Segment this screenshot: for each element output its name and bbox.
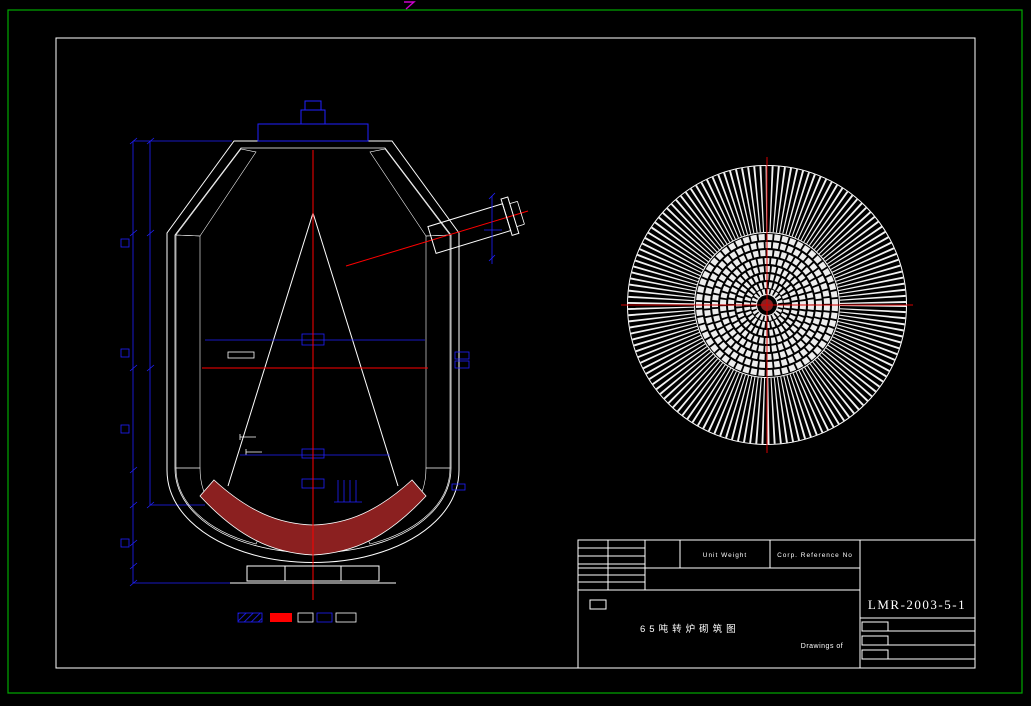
legend-swatch-red <box>270 613 292 622</box>
cad-canvas: Unit Weight Corp. Reference No LMR-2003-… <box>0 0 1031 706</box>
drawing-number: LMR-2003-5-1 <box>868 597 966 612</box>
drawings-of-label: Drawings of <box>801 643 843 650</box>
drawing-title: 65吨转炉砌筑图 <box>640 623 740 635</box>
corp-reference-label: Corp. Reference No <box>777 552 853 559</box>
legend-swatch-blue-hatch <box>237 612 263 623</box>
unit-weight-label: Unit Weight <box>703 552 747 559</box>
